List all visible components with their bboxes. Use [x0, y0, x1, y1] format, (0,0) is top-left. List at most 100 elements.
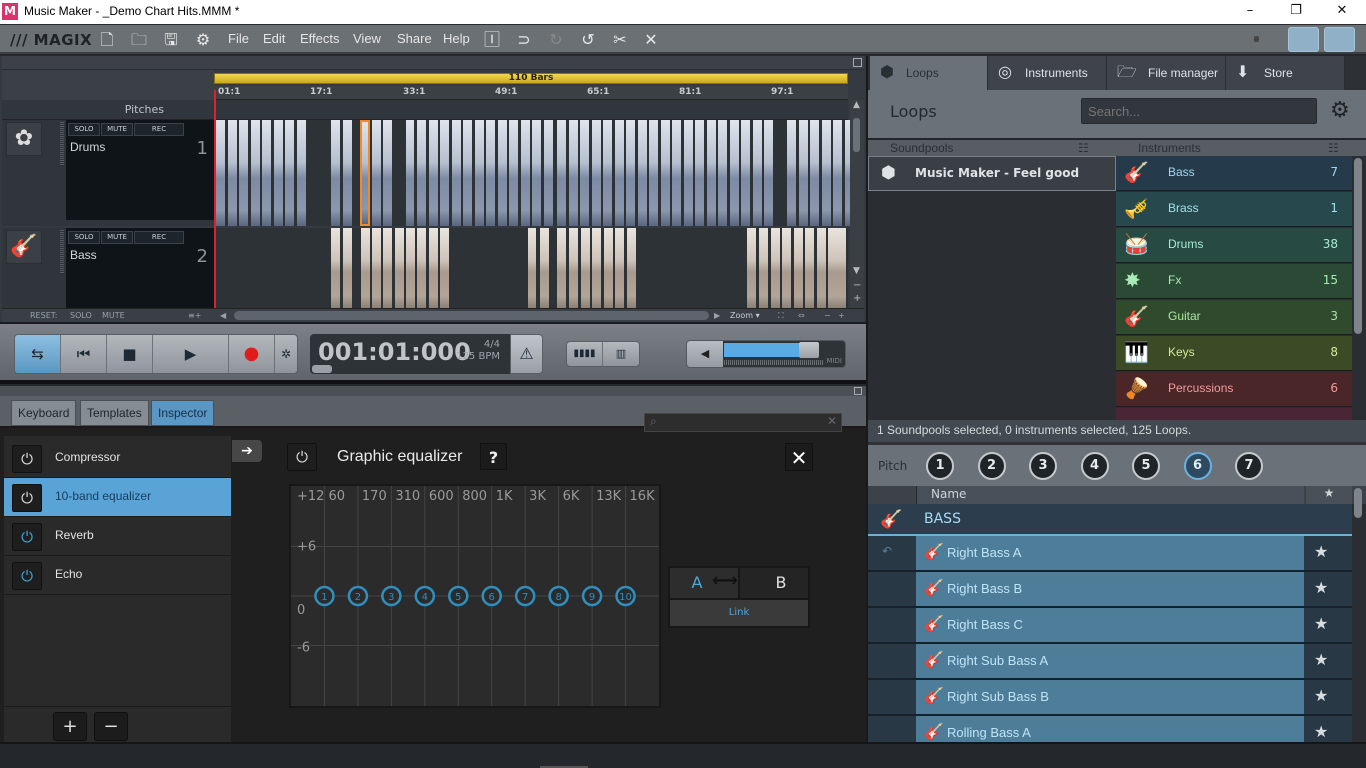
record-button[interactable]: ● — [229, 335, 275, 373]
instrument-item-brass[interactable]: 🎺 Brass 1 — [1116, 192, 1352, 227]
audio-clip[interactable] — [671, 120, 682, 226]
audio-clip[interactable] — [531, 120, 542, 226]
rec-button[interactable]: REC — [134, 123, 184, 136]
audio-clip[interactable] — [590, 120, 602, 226]
audio-clip[interactable] — [781, 228, 792, 308]
track-name[interactable]: Bass — [70, 248, 97, 262]
menu-share[interactable]: Share — [397, 31, 432, 46]
audio-clip[interactable] — [614, 228, 625, 308]
audio-clip[interactable] — [568, 228, 579, 308]
audio-clip[interactable] — [371, 228, 382, 308]
loops-search-input[interactable] — [1081, 98, 1317, 124]
audio-clip[interactable] — [462, 120, 473, 226]
audio-clip[interactable] — [567, 120, 579, 226]
redo-icon[interactable]: ↻ — [545, 29, 567, 51]
b-button[interactable]: B — [740, 568, 808, 598]
menu-view[interactable]: View — [353, 31, 381, 46]
audio-clip[interactable] — [816, 228, 827, 308]
loop-row[interactable]: 🎸 Right Sub Bass B ★ — [868, 680, 1352, 716]
tab-store[interactable]: ⬇ Store — [1226, 56, 1345, 90]
band-handle-label[interactable]: 7 — [522, 592, 528, 603]
mute-button[interactable]: MUTE — [101, 231, 133, 244]
instrument-item-bass[interactable]: 🎸 Bass 7 — [1116, 156, 1352, 191]
tab-file-manager[interactable]: 🗁 File manager — [1107, 56, 1226, 90]
band-handle-label[interactable]: 10 — [619, 592, 632, 603]
soundpools-filter-icon[interactable]: ☷ — [1078, 141, 1089, 155]
gear-icon[interactable]: ⚙ — [1330, 98, 1350, 123]
favorite-star-icon[interactable]: ★ — [1314, 578, 1328, 597]
preview-return-icon[interactable]: ↶ — [882, 544, 892, 558]
audio-clip[interactable] — [579, 120, 590, 226]
audio-clip[interactable] — [827, 228, 847, 308]
band-handle-label[interactable]: 3 — [388, 592, 394, 603]
track-header-drums[interactable]: ✿ SOLO MUTE REC Drums 1 — [2, 120, 214, 226]
audio-clip[interactable] — [542, 120, 554, 226]
band-handle-label[interactable]: 2 — [355, 592, 361, 603]
vertical-scroll-thumb[interactable] — [853, 118, 860, 152]
settings-gears-icon[interactable]: ⚙ — [192, 29, 214, 51]
pitch-button-7[interactable]: 7 — [1235, 452, 1263, 480]
audio-clip[interactable] — [625, 120, 636, 226]
audio-clip[interactable] — [371, 120, 382, 226]
audio-clip[interactable] — [360, 120, 370, 226]
band-handle-label[interactable]: 5 — [455, 592, 461, 603]
pitch-button-1[interactable]: 1 — [926, 452, 954, 480]
layout-vertical-button[interactable] — [1324, 27, 1355, 52]
audio-clip[interactable] — [740, 120, 751, 226]
audio-clip[interactable] — [626, 228, 637, 308]
scroll-up-icon[interactable]: ▲ — [853, 100, 860, 110]
audio-clip[interactable] — [659, 120, 671, 226]
zoom-in-vertical-icon[interactable]: + — [853, 293, 861, 304]
audio-clip[interactable] — [832, 120, 843, 226]
eq-graph[interactable]: +12 +6 0 -6 60 170 310 600 800 1K 3K 6K 13K 16K 1 2 3 4 5 6… — [289, 484, 661, 708]
band-handle-label[interactable]: 1 — [321, 592, 327, 603]
instrument-item-partial[interactable] — [1116, 408, 1352, 420]
audio-clip[interactable] — [613, 120, 625, 226]
audio-clip[interactable] — [238, 120, 249, 226]
loop-range-bar[interactable]: 110 Bars — [214, 73, 848, 84]
audio-clip[interactable] — [249, 120, 261, 226]
maximize-arranger-icon[interactable] — [853, 58, 862, 67]
audio-clip[interactable] — [428, 120, 439, 226]
audio-clip[interactable] — [682, 120, 694, 226]
metronome-button[interactable]: ⚠ — [510, 334, 543, 374]
favorite-star-icon[interactable]: ★ — [1314, 542, 1328, 561]
band-handle-label[interactable]: 6 — [489, 592, 495, 603]
audio-clip[interactable] — [416, 120, 427, 226]
scroll-down-icon[interactable]: ▼ — [853, 266, 860, 276]
audio-clip[interactable] — [405, 228, 416, 308]
track-name[interactable]: Drums — [70, 140, 105, 154]
audio-clip[interactable] — [428, 228, 439, 308]
audio-clip[interactable] — [770, 228, 781, 308]
eq-close-button[interactable]: ✕ — [785, 443, 813, 471]
vertical-scrollbar[interactable]: ▲ ▼ − + — [850, 100, 864, 308]
audio-clip[interactable] — [580, 228, 591, 308]
playhead[interactable] — [214, 90, 216, 310]
audio-clip[interactable] — [527, 228, 537, 308]
audio-clip[interactable] — [272, 120, 284, 226]
horizontal-zoom-icon[interactable]: ⇔ — [798, 310, 805, 322]
instrument-item-percussions[interactable]: 🪘 Percussions 6 — [1116, 372, 1352, 407]
audio-clip[interactable] — [496, 120, 508, 226]
audio-clip[interactable] — [439, 228, 450, 308]
audio-clip[interactable] — [508, 120, 519, 226]
audio-clip[interactable] — [746, 228, 757, 308]
power-icon[interactable]: ⏻ — [12, 445, 42, 473]
soundpool-item[interactable]: ⬢ Music Maker - Feel good — [868, 156, 1116, 191]
rec-button[interactable]: REC — [134, 231, 184, 244]
undo-icon[interactable]: ↺ — [577, 29, 599, 51]
audio-clip[interactable] — [226, 120, 238, 226]
eq-help-button[interactable]: ? — [480, 443, 507, 470]
save-icon[interactable]: 🖫 — [160, 29, 182, 51]
instrument-item-keys[interactable]: 🎹 Keys 8 — [1116, 336, 1352, 371]
reset-solo-button[interactable]: SOLO — [70, 310, 92, 322]
effect-item-equalizer[interactable]: ⏻ 10-band equalizer — [4, 478, 231, 517]
loop-row[interactable]: ↶ 🎸 Right Bass A ★ — [868, 536, 1352, 572]
audio-clip[interactable] — [603, 228, 614, 308]
tab-keyboard[interactable]: Keyboard — [11, 400, 77, 426]
instruments-scrollbar[interactable] — [1354, 158, 1362, 334]
minimize-button[interactable]: – — [1227, 0, 1273, 24]
track-lane-drums[interactable] — [214, 120, 855, 226]
menu-help[interactable]: Help — [443, 31, 470, 46]
pitch-button-3[interactable]: 3 — [1029, 452, 1057, 480]
